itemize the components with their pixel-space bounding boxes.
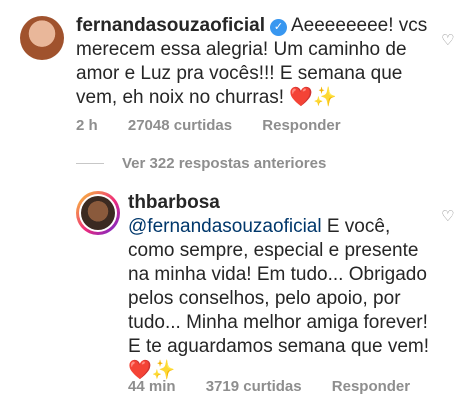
- mention-link[interactable]: @fernandasouzaoficial: [128, 216, 322, 237]
- comment-line: amor e Luz pra vocês!!! E semana que: [76, 63, 403, 84]
- comment-line: vem, eh noix no churras!: [76, 87, 290, 108]
- username-link[interactable]: fernandasouzaoficial: [76, 15, 265, 36]
- sparkles-emoji: ✨: [313, 87, 337, 108]
- comment-meta: 2 h 27048 curtidas Responder: [76, 117, 367, 134]
- username-link[interactable]: thbarbosa: [128, 192, 220, 213]
- comment-meta: 44 min 3719 curtidas Responder: [128, 378, 436, 395]
- comment-text: thbarbosa @fernandasouzaoficial E você, …: [128, 191, 448, 383]
- likes-count[interactable]: 27048 curtidas: [128, 117, 232, 134]
- comment-line: merecem essa alegria! Um caminho de: [76, 39, 407, 60]
- view-replies-button[interactable]: Ver 322 respostas anteriores: [76, 153, 326, 173]
- heart-emoji: ❤️: [289, 87, 313, 108]
- comment-line: E você,: [321, 216, 391, 237]
- comment-line: tudo... Minha melhor amiga forever!: [128, 312, 428, 333]
- likes-count[interactable]: 3719 curtidas: [206, 378, 302, 395]
- comment-text: fernandasouzaoficial ✓ Aeeeeeeee! vcs mere…: [76, 14, 436, 110]
- divider: [76, 162, 104, 164]
- comment-line: na minha vida! Em tudo... Obrigado: [128, 264, 427, 285]
- reply-button[interactable]: Responder: [332, 378, 410, 395]
- comment-line: como sempre, especial e presente: [128, 240, 419, 261]
- heart-outline-icon[interactable]: ♡: [441, 33, 455, 48]
- reply-button[interactable]: Responder: [262, 117, 340, 134]
- view-replies-label[interactable]: Ver 322 respostas anteriores: [122, 155, 326, 172]
- heart-outline-icon[interactable]: ♡: [441, 209, 455, 224]
- comment-line: E te aguardamos semana que vem!: [128, 336, 430, 357]
- avatar[interactable]: [76, 191, 120, 235]
- timestamp: 44 min: [128, 378, 176, 395]
- comment-line: Aeeeeeeee! vcs: [291, 15, 428, 36]
- avatar[interactable]: [20, 16, 64, 60]
- timestamp: 2 h: [76, 117, 98, 134]
- verified-badge-icon: ✓: [270, 19, 287, 36]
- comment-line: pelos conselhos, pelo apoio, por: [128, 288, 401, 309]
